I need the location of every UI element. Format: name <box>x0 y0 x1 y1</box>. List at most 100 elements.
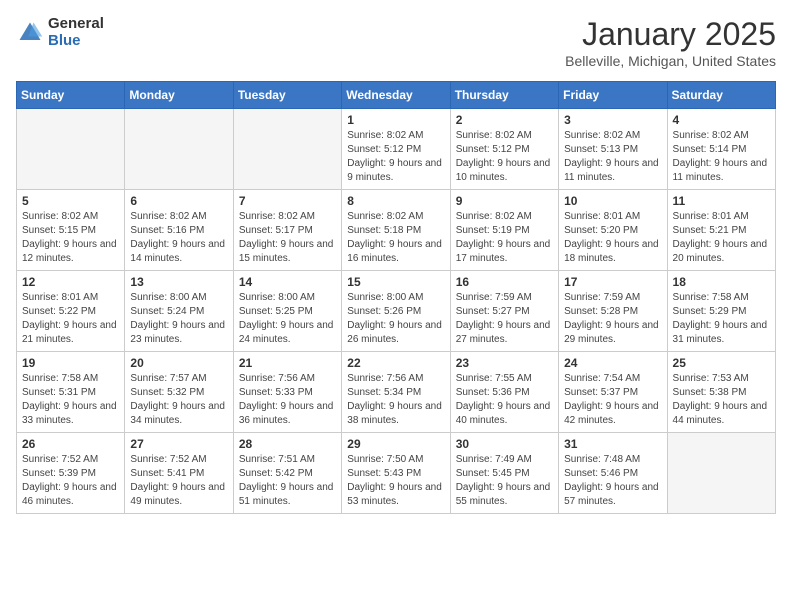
calendar-cell: 13 Sunrise: 8:00 AMSunset: 5:24 PMDayligh… <box>125 271 233 352</box>
weekday-header: Wednesday <box>342 82 450 109</box>
day-info: Sunrise: 8:00 AMSunset: 5:24 PMDaylight:… <box>130 291 227 347</box>
day-number: 18 <box>673 275 770 289</box>
calendar-cell: 8 Sunrise: 8:02 AMSunset: 5:18 PMDaylight… <box>342 190 450 271</box>
day-info: Sunrise: 8:02 AMSunset: 5:17 PMDaylight:… <box>239 210 336 266</box>
calendar-cell: 1 Sunrise: 8:02 AMSunset: 5:12 PMDaylight… <box>342 109 450 190</box>
day-number: 24 <box>564 356 661 370</box>
day-info: Sunrise: 8:00 AMSunset: 5:26 PMDaylight:… <box>347 291 444 347</box>
calendar-cell: 16 Sunrise: 7:59 AMSunset: 5:27 PMDayligh… <box>450 271 558 352</box>
day-number: 23 <box>456 356 553 370</box>
calendar-week-row: 1 Sunrise: 8:02 AMSunset: 5:12 PMDaylight… <box>17 109 776 190</box>
day-info: Sunrise: 7:57 AMSunset: 5:32 PMDaylight:… <box>130 372 227 428</box>
day-number: 12 <box>22 275 119 289</box>
day-info: Sunrise: 8:00 AMSunset: 5:25 PMDaylight:… <box>239 291 336 347</box>
day-info: Sunrise: 7:59 AMSunset: 5:27 PMDaylight:… <box>456 291 553 347</box>
day-info: Sunrise: 8:02 AMSunset: 5:19 PMDaylight:… <box>456 210 553 266</box>
day-number: 30 <box>456 437 553 451</box>
day-info: Sunrise: 7:52 AMSunset: 5:39 PMDaylight:… <box>22 453 119 509</box>
day-number: 28 <box>239 437 336 451</box>
calendar-cell: 29Sunrise: 7:50 AMSunset: 5:43 PMDayligh… <box>342 433 450 514</box>
day-info: Sunrise: 7:49 AMSunset: 5:45 PMDaylight:… <box>456 453 553 509</box>
calendar-cell: 7 Sunrise: 8:02 AMSunset: 5:17 PMDaylight… <box>233 190 341 271</box>
location-title: Belleville, Michigan, United States <box>565 53 776 69</box>
page-header: General Blue January 2025 Belleville, Mi… <box>16 16 776 69</box>
calendar-cell: 22Sunrise: 7:56 AMSunset: 5:34 PMDayligh… <box>342 352 450 433</box>
calendar-week-row: 19 Sunrise: 7:58 AMSunset: 5:31 PMDayligh… <box>17 352 776 433</box>
day-info: Sunrise: 8:02 AMSunset: 5:12 PMDaylight:… <box>347 129 444 185</box>
day-info: Sunrise: 8:01 AMSunset: 5:21 PMDaylight:… <box>673 210 770 266</box>
day-number: 4 <box>673 113 770 127</box>
day-number: 17 <box>564 275 661 289</box>
logo-blue-text: Blue <box>48 33 104 50</box>
logo-text: General Blue <box>48 16 104 49</box>
day-number: 1 <box>347 113 444 127</box>
calendar-cell: 5 Sunrise: 8:02 AMSunset: 5:15 PMDaylight… <box>17 190 125 271</box>
calendar-cell: 27 Sunrise: 7:52 AMSunset: 5:41 PMDayligh… <box>125 433 233 514</box>
calendar-cell: 3Sunrise: 8:02 AMSunset: 5:13 PMDaylight… <box>559 109 667 190</box>
calendar-week-row: 5 Sunrise: 8:02 AMSunset: 5:15 PMDaylight… <box>17 190 776 271</box>
day-number: 2 <box>456 113 553 127</box>
day-number: 6 <box>130 194 227 208</box>
calendar-table: SundayMondayTuesdayWednesdayThursdayFrid… <box>16 81 776 514</box>
day-number: 26 <box>22 437 119 451</box>
calendar-cell: 4 Sunrise: 8:02 AMSunset: 5:14 PMDaylight… <box>667 109 775 190</box>
weekday-header: Sunday <box>17 82 125 109</box>
calendar-cell: 10Sunrise: 8:01 AMSunset: 5:20 PMDayligh… <box>559 190 667 271</box>
day-number: 14 <box>239 275 336 289</box>
weekday-header: Tuesday <box>233 82 341 109</box>
calendar-cell: 18 Sunrise: 7:58 AMSunset: 5:29 PMDayligh… <box>667 271 775 352</box>
calendar-cell: 20 Sunrise: 7:57 AMSunset: 5:32 PMDayligh… <box>125 352 233 433</box>
day-info: Sunrise: 8:02 AMSunset: 5:15 PMDaylight:… <box>22 210 119 266</box>
day-number: 13 <box>130 275 227 289</box>
month-title: January 2025 <box>565 16 776 53</box>
calendar-week-row: 12Sunrise: 8:01 AMSunset: 5:22 PMDayligh… <box>17 271 776 352</box>
day-info: Sunrise: 8:02 AMSunset: 5:14 PMDaylight:… <box>673 129 770 185</box>
day-number: 15 <box>347 275 444 289</box>
calendar-cell: 14 Sunrise: 8:00 AMSunset: 5:25 PMDayligh… <box>233 271 341 352</box>
day-number: 7 <box>239 194 336 208</box>
logo-icon <box>16 19 44 47</box>
day-info: Sunrise: 7:56 AMSunset: 5:34 PMDaylight:… <box>347 372 444 428</box>
title-block: January 2025 Belleville, Michigan, Unite… <box>565 16 776 69</box>
calendar-cell <box>17 109 125 190</box>
day-number: 31 <box>564 437 661 451</box>
day-number: 8 <box>347 194 444 208</box>
weekday-header: Monday <box>125 82 233 109</box>
day-info: Sunrise: 7:52 AMSunset: 5:41 PMDaylight:… <box>130 453 227 509</box>
day-number: 16 <box>456 275 553 289</box>
logo: General Blue <box>16 16 104 49</box>
day-number: 25 <box>673 356 770 370</box>
day-number: 20 <box>130 356 227 370</box>
day-info: Sunrise: 7:58 AMSunset: 5:31 PMDaylight:… <box>22 372 119 428</box>
calendar-cell: 17 Sunrise: 7:59 AMSunset: 5:28 PMDayligh… <box>559 271 667 352</box>
calendar-cell: 2 Sunrise: 8:02 AMSunset: 5:12 PMDaylight… <box>450 109 558 190</box>
day-info: Sunrise: 7:55 AMSunset: 5:36 PMDaylight:… <box>456 372 553 428</box>
day-info: Sunrise: 8:02 AMSunset: 5:18 PMDaylight:… <box>347 210 444 266</box>
day-info: Sunrise: 7:51 AMSunset: 5:42 PMDaylight:… <box>239 453 336 509</box>
logo-general-text: General <box>48 16 104 33</box>
calendar-cell <box>125 109 233 190</box>
calendar-cell: 6 Sunrise: 8:02 AMSunset: 5:16 PMDaylight… <box>125 190 233 271</box>
day-info: Sunrise: 8:02 AMSunset: 5:12 PMDaylight:… <box>456 129 553 185</box>
day-number: 3 <box>564 113 661 127</box>
calendar-header-row: SundayMondayTuesdayWednesdayThursdayFrid… <box>17 82 776 109</box>
day-number: 29 <box>347 437 444 451</box>
day-number: 19 <box>22 356 119 370</box>
calendar-cell <box>233 109 341 190</box>
day-number: 5 <box>22 194 119 208</box>
calendar-week-row: 26 Sunrise: 7:52 AMSunset: 5:39 PMDayligh… <box>17 433 776 514</box>
day-info: Sunrise: 7:59 AMSunset: 5:28 PMDaylight:… <box>564 291 661 347</box>
calendar-cell: 11 Sunrise: 8:01 AMSunset: 5:21 PMDayligh… <box>667 190 775 271</box>
day-info: Sunrise: 7:58 AMSunset: 5:29 PMDaylight:… <box>673 291 770 347</box>
day-info: Sunrise: 7:54 AMSunset: 5:37 PMDaylight:… <box>564 372 661 428</box>
weekday-header: Saturday <box>667 82 775 109</box>
day-info: Sunrise: 8:02 AMSunset: 5:16 PMDaylight:… <box>130 210 227 266</box>
calendar-cell <box>667 433 775 514</box>
day-number: 27 <box>130 437 227 451</box>
calendar-cell: 31 Sunrise: 7:48 AMSunset: 5:46 PMDayligh… <box>559 433 667 514</box>
calendar-cell: 9 Sunrise: 8:02 AMSunset: 5:19 PMDaylight… <box>450 190 558 271</box>
day-number: 9 <box>456 194 553 208</box>
day-number: 11 <box>673 194 770 208</box>
day-info: Sunrise: 8:01 AMSunset: 5:20 PMDaylight:… <box>564 210 661 266</box>
day-info: Sunrise: 7:48 AMSunset: 5:46 PMDaylight:… <box>564 453 661 509</box>
